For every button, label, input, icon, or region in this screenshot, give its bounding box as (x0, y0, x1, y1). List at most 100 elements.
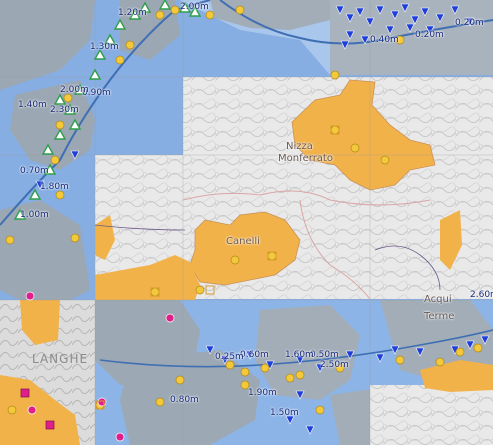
gauge-marker[interactable] (315, 405, 325, 415)
water-depth-label: 0.25m (215, 352, 244, 362)
water-level-marker[interactable] (375, 353, 385, 363)
water-level-marker[interactable] (365, 17, 375, 27)
gauge-marker[interactable] (115, 55, 125, 65)
warning-icon[interactable] (88, 68, 102, 80)
gauge-marker[interactable] (395, 355, 405, 365)
warning-icon[interactable] (41, 143, 55, 155)
gauge-marker[interactable] (380, 155, 390, 165)
water-depth-label: 1.60m (285, 350, 314, 360)
water-level-marker[interactable] (360, 35, 370, 45)
water-level-marker[interactable] (385, 25, 395, 35)
gauge-marker[interactable] (230, 255, 240, 265)
water-level-marker[interactable] (305, 425, 315, 435)
warning-icon[interactable] (53, 93, 67, 105)
water-depth-label: 0.40m (370, 35, 399, 45)
gauge-marker[interactable] (205, 10, 215, 20)
water-depth-label: 1.20m (118, 8, 147, 18)
water-depth-label: 2.30m (50, 105, 79, 115)
water-depth-label: 0.60m (240, 350, 269, 360)
water-level-marker[interactable] (410, 15, 420, 25)
gauge-marker[interactable] (55, 120, 65, 130)
gauge-marker[interactable] (175, 375, 185, 385)
alert-marker[interactable] (27, 405, 37, 415)
gauge-marker[interactable] (330, 125, 340, 135)
gauge-marker[interactable] (5, 235, 15, 245)
gauge-marker[interactable] (267, 251, 277, 261)
water-level-marker[interactable] (345, 30, 355, 40)
gauge-marker[interactable] (50, 155, 60, 165)
water-level-marker[interactable] (335, 5, 345, 15)
gauge-marker[interactable] (455, 347, 465, 357)
water-depth-label: 0.20m (415, 30, 444, 40)
water-level-marker[interactable] (480, 335, 490, 345)
water-level-marker[interactable] (295, 390, 305, 400)
water-depth-label: 2.00m (180, 2, 209, 12)
gauge-marker[interactable] (225, 360, 235, 370)
water-level-marker[interactable] (345, 350, 355, 360)
gauge-marker[interactable] (295, 370, 305, 380)
water-level-marker[interactable] (465, 340, 475, 350)
station-icon[interactable] (205, 285, 215, 295)
gauge-marker[interactable] (7, 405, 17, 415)
gauge-marker[interactable] (260, 363, 270, 373)
gauge-marker[interactable] (70, 233, 80, 243)
gauge-marker[interactable] (155, 397, 165, 407)
water-level-marker[interactable] (450, 5, 460, 15)
alert-square-marker[interactable] (45, 420, 55, 430)
map-view[interactable]: 1.20m 2.00m 0.90m 1.40m 0.40m 0.20m 2.00m 2.30m… (0, 0, 493, 445)
gauge-marker[interactable] (63, 93, 73, 103)
water-depth-label: 2.50m (320, 360, 349, 370)
water-level-marker[interactable] (345, 13, 355, 23)
alert-marker[interactable] (97, 397, 107, 407)
water-level-marker[interactable] (355, 7, 365, 17)
alert-marker[interactable] (115, 432, 125, 442)
gauge-marker[interactable] (125, 40, 135, 50)
water-level-marker[interactable] (340, 40, 350, 50)
warning-icon[interactable] (68, 118, 82, 130)
gauge-marker[interactable] (235, 5, 245, 15)
gauge-marker[interactable] (240, 367, 250, 377)
water-depth-label: 0.70m (20, 166, 49, 176)
gauge-marker[interactable] (285, 373, 295, 383)
alert-marker[interactable] (25, 291, 35, 301)
gauge-marker[interactable] (350, 143, 360, 153)
water-depth-label: 1.50m (270, 408, 299, 418)
gauge-marker[interactable] (155, 10, 165, 20)
water-level-marker[interactable] (390, 345, 400, 355)
water-level-marker[interactable] (415, 347, 425, 357)
water-level-marker[interactable] (420, 7, 430, 17)
water-depth-label: 2.60m (470, 290, 493, 300)
water-level-marker[interactable] (70, 150, 80, 160)
town-label: Acqui (424, 294, 452, 305)
warning-icon[interactable] (28, 188, 42, 200)
water-level-marker[interactable] (435, 13, 445, 23)
town-label: Terme (424, 311, 455, 322)
gauge-marker[interactable] (473, 343, 483, 353)
warning-icon[interactable] (53, 128, 67, 140)
region-label: LANGHE (32, 352, 89, 366)
marker-layer (5, 0, 490, 442)
gauge-marker[interactable] (170, 5, 180, 15)
water-depth-label: 1.80m (40, 182, 69, 192)
warning-icon[interactable] (113, 18, 127, 30)
town-label: Nizza (286, 141, 313, 152)
water-level-marker[interactable] (390, 10, 400, 20)
water-level-marker[interactable] (400, 3, 410, 13)
warning-icon[interactable] (158, 0, 172, 10)
gauge-marker[interactable] (330, 70, 340, 80)
gauge-marker[interactable] (195, 285, 205, 295)
water-level-marker[interactable] (205, 345, 215, 355)
gauge-marker[interactable] (435, 357, 445, 367)
water-depth-label: 1.30m (90, 42, 119, 52)
alert-square-marker[interactable] (20, 388, 30, 398)
water-depth-label: 2.00m (60, 85, 89, 95)
town-label: Monferrato (278, 153, 333, 164)
town-label: Canelli (226, 236, 260, 247)
gauge-marker[interactable] (55, 190, 65, 200)
alert-marker[interactable] (165, 313, 175, 323)
water-depth-label: 0.80m (170, 395, 199, 405)
water-level-marker[interactable] (405, 23, 415, 33)
water-level-marker[interactable] (375, 5, 385, 15)
water-depth-label: 0.50m (310, 350, 339, 360)
gauge-marker[interactable] (150, 287, 160, 297)
